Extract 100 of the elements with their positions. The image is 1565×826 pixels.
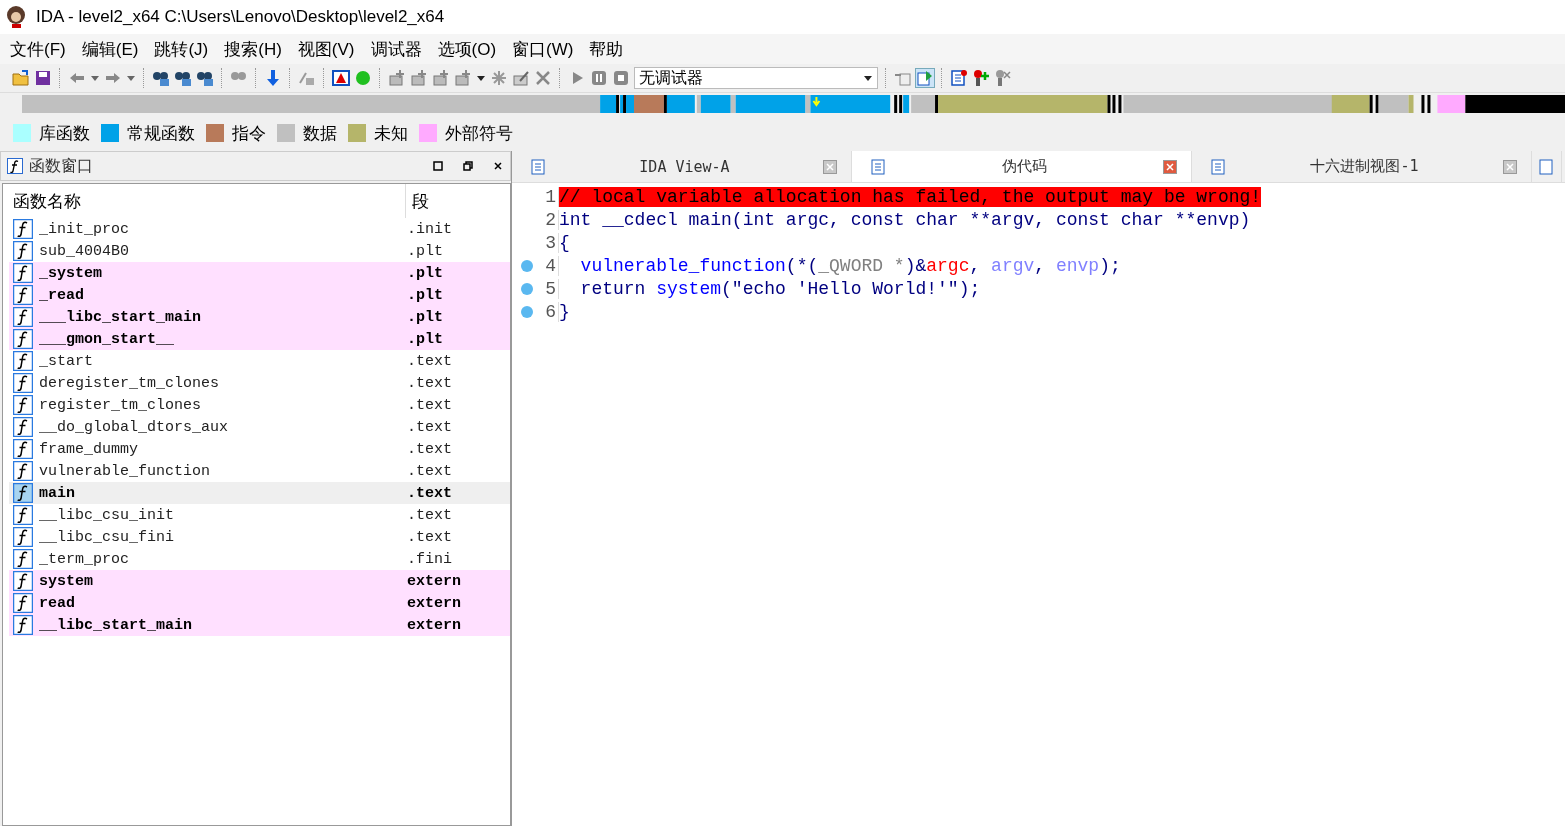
function-row[interactable]: _start .text	[9, 350, 510, 372]
panel-title: 函数窗口	[29, 155, 93, 177]
stop-icon[interactable]	[612, 69, 630, 87]
function-icon	[13, 395, 33, 415]
segment-name: extern	[407, 572, 461, 590]
warning-icon[interactable]	[332, 69, 350, 87]
segment-name: .text	[407, 462, 452, 480]
delete-icon[interactable]	[534, 69, 552, 87]
menu-item[interactable]: 帮助	[581, 37, 632, 61]
down-arrow-icon[interactable]	[264, 69, 282, 87]
column-header[interactable]: 函数名称	[9, 184, 406, 218]
function-row[interactable]: __do_global_dtors_aux .text	[9, 416, 510, 438]
function-row[interactable]: __libc_start_main extern	[9, 614, 510, 636]
tab[interactable]: 十六进制视图-1	[1192, 151, 1532, 182]
breakpoint-dot[interactable]	[521, 305, 533, 318]
function-icon	[13, 373, 33, 393]
function-row[interactable]: read extern	[9, 592, 510, 614]
remove-breakpoint-icon[interactable]	[994, 69, 1012, 87]
column-header[interactable]: 段	[406, 189, 429, 213]
function-name: _system	[39, 264, 103, 282]
function-name: ___gmon_start__	[39, 330, 176, 348]
legend-label: 数据	[303, 121, 337, 145]
function-icon	[13, 351, 33, 371]
function-row[interactable]: sub_4004B0 .plt	[9, 240, 510, 262]
function-row[interactable]: _system .plt	[9, 262, 510, 284]
add-item-icon[interactable]	[388, 69, 406, 87]
function-row[interactable]: _read .plt	[9, 284, 510, 306]
function-icon	[13, 615, 33, 635]
segment-name: .text	[407, 374, 452, 392]
function-name: sub_4004B0	[39, 242, 130, 260]
list-icon[interactable]	[950, 69, 968, 87]
breakpoint-dot[interactable]	[521, 282, 533, 295]
function-icon	[13, 263, 33, 283]
function-name: __libc_start_main	[39, 616, 194, 634]
document-icon	[870, 158, 886, 175]
line-number: 2	[544, 209, 556, 230]
line-number: 3	[544, 232, 556, 253]
function-row[interactable]: __libc_csu_init .text	[9, 504, 510, 526]
segment-name: .text	[407, 440, 452, 458]
function-icon	[13, 241, 33, 261]
function-row[interactable]: deregister_tm_clones .text	[9, 372, 510, 394]
line-number: 6	[544, 301, 556, 322]
function-name: deregister_tm_clones	[39, 374, 221, 392]
function-row[interactable]: main .text	[9, 482, 510, 504]
pseudocode-icon[interactable]	[916, 69, 934, 87]
edit-icon[interactable]	[512, 69, 530, 87]
tab[interactable]: 伪代码	[852, 151, 1192, 182]
function-row[interactable]: __libc_csu_fini .text	[9, 526, 510, 548]
add-item-icon[interactable]	[432, 69, 450, 87]
close-icon[interactable]	[492, 160, 504, 172]
function-name: register_tm_clones	[39, 396, 203, 414]
function-row[interactable]: _init_proc .init	[9, 218, 510, 240]
function-name: read	[39, 594, 76, 612]
function-name: main	[39, 484, 76, 502]
add-item-icon[interactable]	[410, 69, 428, 87]
breakpoint-dot[interactable]	[521, 259, 533, 272]
function-row[interactable]: ___gmon_start__ .plt	[9, 328, 510, 350]
pause-icon[interactable]	[590, 69, 608, 87]
menu-item[interactable]: 选项(O)	[429, 37, 505, 61]
line-number: 5	[544, 278, 556, 299]
function-row[interactable]: _term_proc .fini	[9, 548, 510, 570]
function-icon	[13, 329, 33, 349]
menu-item[interactable]: 调试器	[362, 37, 430, 61]
segment-name: .text	[407, 396, 452, 414]
function-row[interactable]: vulnerable_function .text	[9, 460, 510, 482]
function-name: _read	[39, 286, 85, 304]
function-icon	[13, 461, 33, 481]
function-icon	[13, 307, 33, 327]
function-row[interactable]: register_tm_clones .text	[9, 394, 510, 416]
navigation-band[interactable]	[22, 95, 1565, 113]
function-row[interactable]: system extern	[9, 570, 510, 592]
legend-label: 外部符号	[445, 121, 513, 145]
menu-item[interactable]: 窗口(W)	[504, 37, 582, 61]
segment-name: .text	[407, 418, 452, 436]
add-breakpoint-icon[interactable]	[972, 69, 990, 87]
open-folder-icon[interactable]	[12, 69, 30, 87]
menu-item[interactable]: 跳转(J)	[146, 37, 217, 61]
restore-icon[interactable]	[462, 160, 474, 172]
segment-name: .init	[407, 220, 452, 238]
maximize-icon[interactable]	[432, 160, 444, 172]
debugger-dropdown[interactable]: 无调试器	[634, 67, 878, 89]
function-name: __libc_csu_fini	[39, 528, 176, 546]
document-icon	[1210, 158, 1226, 175]
window-title: IDA - level2_x64 C:\Users\Lenovo\Desktop\level2_x64	[36, 7, 445, 27]
function-name: _init_proc	[39, 220, 130, 238]
menu-item[interactable]: 编辑(E)	[73, 37, 147, 61]
function-name: __libc_csu_init	[39, 506, 176, 524]
function-row[interactable]: frame_dummy .text	[9, 438, 510, 460]
binoculars-icon[interactable]	[152, 69, 170, 87]
tab[interactable]: IDA View-A	[512, 151, 852, 182]
legend-label: 库函数	[39, 121, 90, 145]
menu-item[interactable]: 视图(V)	[289, 37, 363, 61]
binoculars-icon[interactable]	[174, 69, 192, 87]
function-icon	[13, 593, 33, 613]
binoculars-icon[interactable]	[196, 69, 214, 87]
code-line: int __cdecl main(int argc, const char **argv, const char **envp)	[558, 209, 1251, 230]
menu-item[interactable]: 搜索(H)	[216, 37, 290, 61]
menu-item[interactable]: 文件(F)	[2, 37, 74, 61]
save-icon[interactable]	[34, 69, 52, 87]
function-row[interactable]: ___libc_start_main .plt	[9, 306, 510, 328]
